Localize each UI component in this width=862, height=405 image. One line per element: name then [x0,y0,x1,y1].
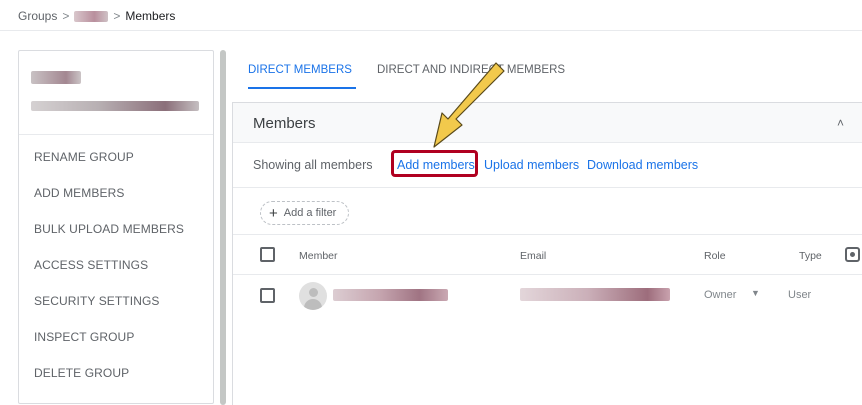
avatar [299,282,327,310]
table-row[interactable]: Owner ▼ User [233,275,862,317]
breadcrumb-groups-link[interactable]: Groups [18,9,57,23]
role-dropdown[interactable]: Owner [704,289,736,301]
select-all-checkbox[interactable] [260,247,275,262]
group-name-redacted [31,71,81,84]
member-type: User [788,289,812,301]
member-name-redacted [333,289,448,301]
panel-resize-handle[interactable] [220,50,226,405]
active-tab-indicator [248,87,356,89]
download-members-link[interactable]: Download members [587,158,698,172]
annotation-arrow-icon [433,62,505,148]
members-card-title: Members [253,115,316,132]
breadcrumb-group-name-redacted[interactable] [74,10,109,22]
members-actions-bar: Showing all members Add members Upload m… [233,143,862,188]
breadcrumb-separator: > [62,9,70,23]
group-sidebar: RENAME GROUP ADD MEMBERS BULK UPLOAD MEM… [18,50,214,404]
filter-row: + Add a filter [233,188,862,235]
column-header-member[interactable]: Member [299,250,338,262]
showing-text: Showing all members [253,158,373,172]
column-header-email[interactable]: Email [520,250,546,262]
group-email-redacted [31,101,199,111]
group-actions-menu: RENAME GROUP ADD MEMBERS BULK UPLOAD MEM… [19,135,213,391]
member-email-redacted [520,288,670,301]
sidebar-item-rename-group[interactable]: RENAME GROUP [19,139,213,175]
column-header-type[interactable]: Type [799,250,822,262]
header-divider [0,30,862,31]
members-card: Members ˄ Showing all members Add member… [232,102,862,405]
group-info [19,51,213,135]
breadcrumb-separator: > [113,9,121,23]
sidebar-item-bulk-upload-members[interactable]: BULK UPLOAD MEMBERS [19,211,213,247]
breadcrumb-current: Members [125,9,176,23]
plus-icon: + [269,204,278,222]
tab-direct-members[interactable]: DIRECT MEMBERS [248,64,352,76]
caret-down-icon[interactable]: ▼ [751,288,760,298]
members-card-header[interactable]: Members ˄ [233,103,862,143]
add-filter-button[interactable]: + Add a filter [260,201,350,225]
breadcrumb: Groups > > Members [18,9,175,23]
column-header-role[interactable]: Role [704,250,726,262]
upload-members-link[interactable]: Upload members [484,158,579,172]
sidebar-item-delete-group[interactable]: DELETE GROUP [19,355,213,391]
sidebar-item-inspect-group[interactable]: INSPECT GROUP [19,319,213,355]
member-tabs: DIRECT MEMBERS DIRECT AND INDIRECT MEMBE… [232,50,862,90]
members-table-header: Member Email Role Type [233,235,862,275]
row-checkbox[interactable] [260,288,275,303]
sidebar-item-access-settings[interactable]: ACCESS SETTINGS [19,247,213,283]
chevron-up-icon[interactable]: ˄ [837,116,844,130]
sidebar-item-security-settings[interactable]: SECURITY SETTINGS [19,283,213,319]
sidebar-item-add-members[interactable]: ADD MEMBERS [19,175,213,211]
column-settings-icon[interactable] [845,247,860,262]
add-filter-label: Add a filter [283,207,337,219]
